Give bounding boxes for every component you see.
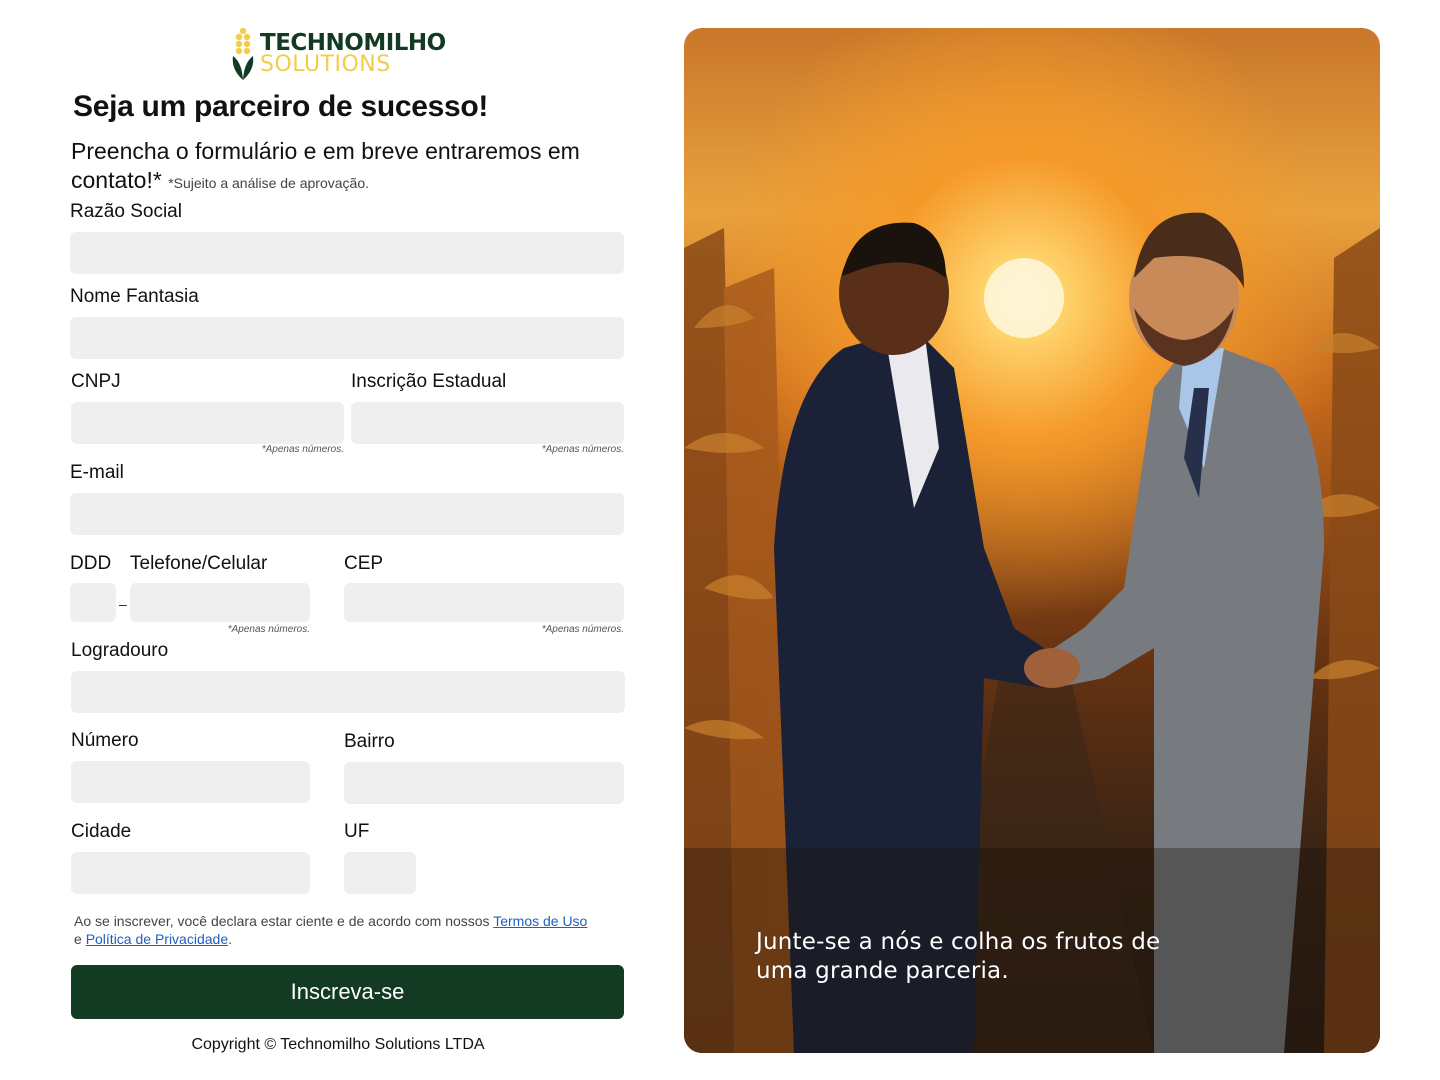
telefone-label: Telefone/Celular xyxy=(130,553,268,574)
uf-input[interactable] xyxy=(344,852,416,894)
intro-note: *Sujeito a análise de aprovação. xyxy=(168,175,369,191)
ddd-input[interactable] xyxy=(70,583,116,622)
uf-label: UF xyxy=(344,821,370,842)
terms-of-use-link[interactable]: Termos de Uso xyxy=(493,913,587,929)
nome-fantasia-label: Nome Fantasia xyxy=(70,286,199,307)
bairro-input[interactable] xyxy=(344,762,624,804)
terms-connector: e xyxy=(74,931,82,947)
numero-label: Número xyxy=(71,730,139,751)
copyright-text: Copyright © Technomilho Solutions LTDA xyxy=(191,1036,485,1053)
hero-caption: Junte-se a nós e colha os frutos de uma … xyxy=(756,929,1161,984)
cnpj-input[interactable] xyxy=(71,402,344,444)
razao-social-label: Razão Social xyxy=(70,201,182,222)
telefone-input[interactable] xyxy=(130,583,310,622)
razao-social-input[interactable] xyxy=(70,232,624,274)
nome-fantasia-input[interactable] xyxy=(70,317,624,359)
email-label: E-mail xyxy=(70,462,124,483)
inscricao-estadual-input[interactable] xyxy=(351,402,624,444)
cnpj-label: CNPJ xyxy=(71,371,121,392)
logradouro-input[interactable] xyxy=(71,671,625,713)
numero-input[interactable] xyxy=(71,761,310,803)
privacy-policy-link[interactable]: Política de Privacidade xyxy=(86,931,228,947)
cep-hint: *Apenas números. xyxy=(541,624,624,635)
brand-logo: TECHNOMILHO SOLUTIONS xyxy=(230,26,460,82)
cidade-label: Cidade xyxy=(71,821,132,842)
telefone-hint: *Apenas números. xyxy=(227,624,310,635)
corn-logo-icon xyxy=(232,27,254,80)
cidade-input[interactable] xyxy=(71,852,310,894)
phone-separator: – xyxy=(119,596,127,612)
intro-text: Preencha o formulário e em breve entrare… xyxy=(71,137,631,198)
terms-notice: Ao se inscrever, você declara estar cien… xyxy=(74,912,634,948)
inscricao-estadual-label: Inscrição Estadual xyxy=(351,371,507,392)
cep-label: CEP xyxy=(344,553,384,574)
email-input[interactable] xyxy=(70,493,624,535)
cep-input[interactable] xyxy=(344,583,624,622)
brand-name-line2: SOLUTIONS xyxy=(260,52,391,77)
cnpj-hint: *Apenas números. xyxy=(261,444,344,455)
terms-prefix: Ao se inscrever, você declara estar cien… xyxy=(74,913,490,929)
page-title: Seja um parceiro de sucesso! xyxy=(73,90,489,123)
subscribe-button[interactable]: Inscreva-se xyxy=(71,965,624,1019)
cornfield-handshake-illustration xyxy=(684,212,1380,1053)
inscricao-estadual-hint: *Apenas números. xyxy=(541,444,624,455)
bairro-label: Bairro xyxy=(344,731,395,752)
terms-suffix: . xyxy=(228,931,232,947)
logradouro-label: Logradouro xyxy=(71,640,169,661)
ddd-label: DDD xyxy=(70,553,112,574)
hero-image: Junte-se a nós e colha os frutos de uma … xyxy=(684,28,1380,1053)
